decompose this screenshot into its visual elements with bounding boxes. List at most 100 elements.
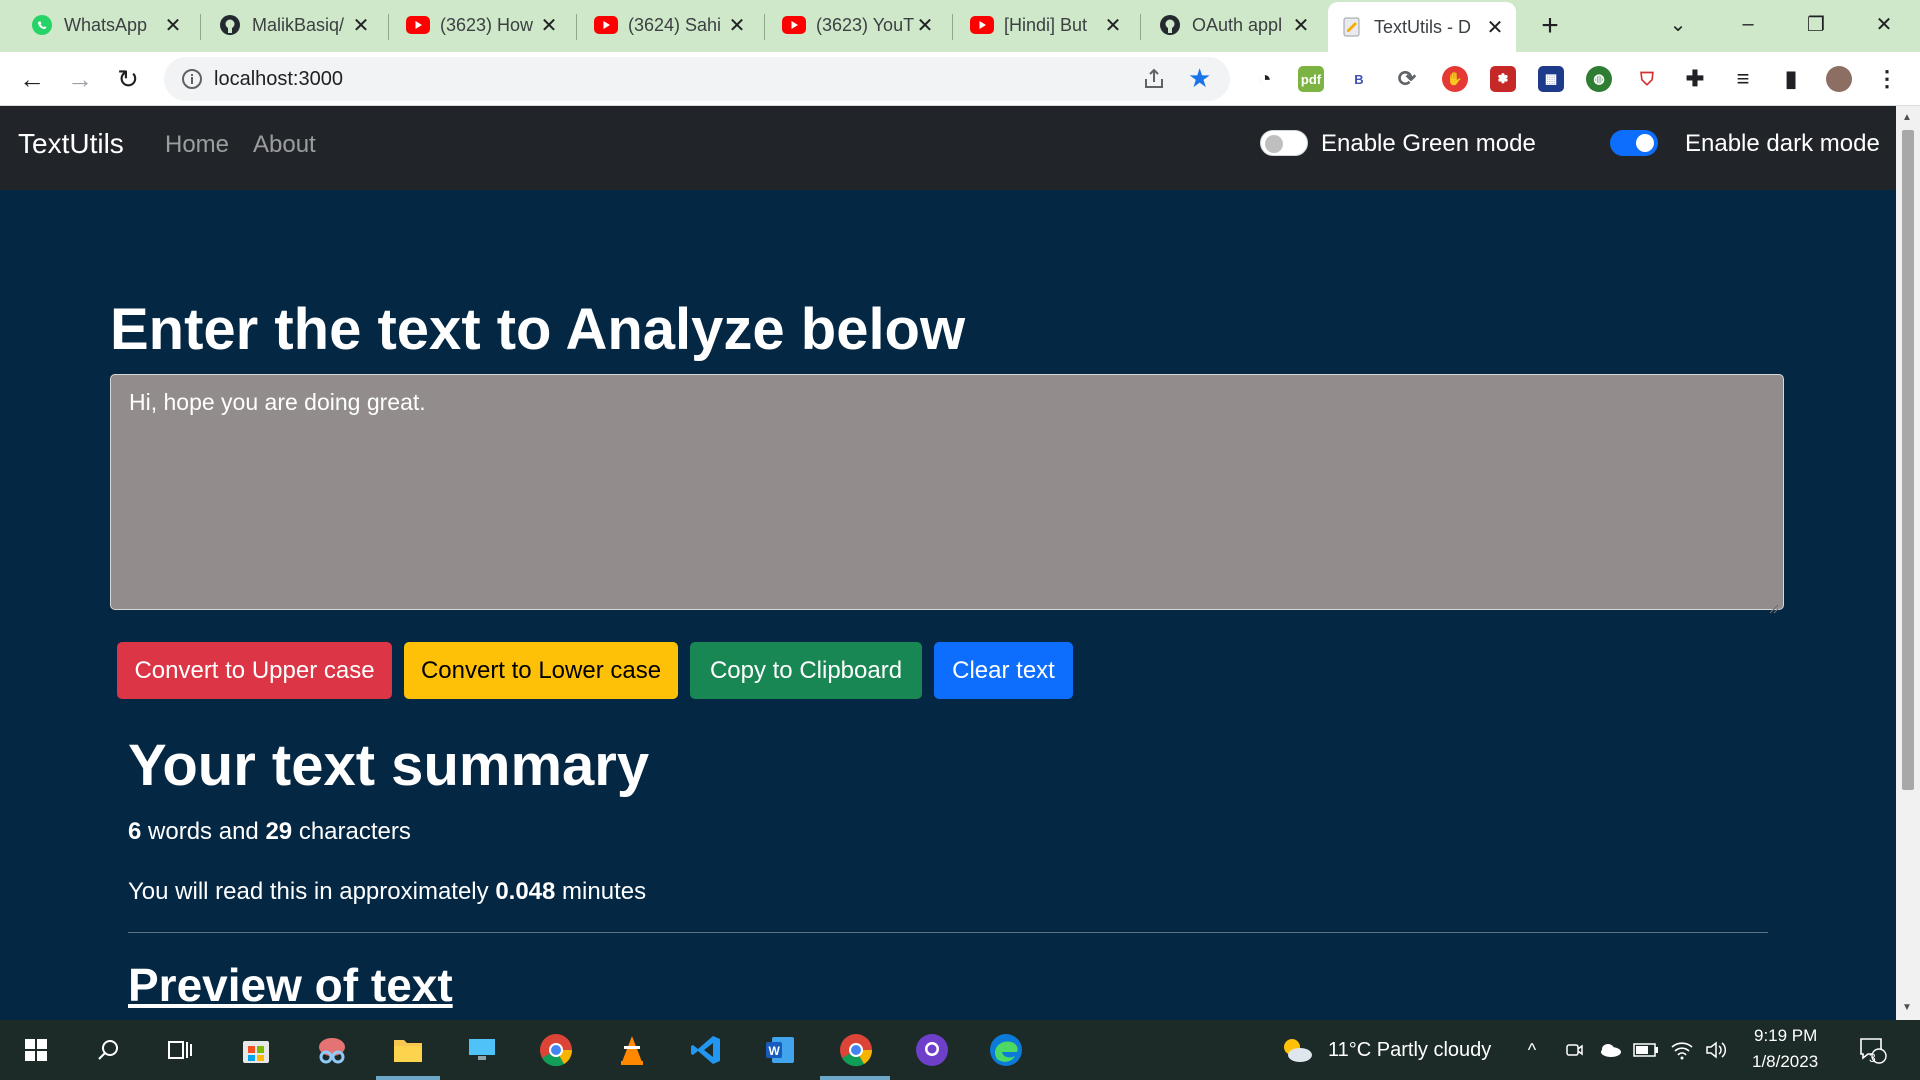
convert-lower-button[interactable]: Convert to Lower case [404,642,678,699]
red-extension-icon[interactable]: ✽ [1490,66,1516,92]
github-desktop-icon[interactable] [912,1030,952,1070]
words-label: words and [148,818,259,845]
tab-whatsapp[interactable]: WhatsApp ✕ [18,6,194,44]
site-info-icon[interactable] [180,67,204,91]
minimize-icon[interactable]: – [1718,6,1778,42]
colorful-extension-icon[interactable]: ▦ [1538,66,1564,92]
scroll-up-icon[interactable]: ▲ [1902,112,1912,123]
page-scrollbar[interactable]: ▲ ▼ [1896,106,1920,1020]
scroll-down-icon[interactable]: ▼ [1902,1002,1912,1013]
windows-start-icon[interactable] [16,1030,56,1070]
tab-github-oauth[interactable]: OAuth appl ✕ [1146,6,1322,44]
tab-search-icon[interactable]: ⌄ [1648,6,1708,42]
copy-clipboard-button[interactable]: Copy to Clipboard [690,642,922,699]
weather-text[interactable]: 11°C Partly cloudy [1328,1039,1491,1062]
tab-github-malikbasiq[interactable]: MalikBasiq/ ✕ [206,6,382,44]
tray-chevron-icon[interactable]: ^ [1520,1030,1544,1070]
pdf-extension-icon[interactable]: pdf [1298,66,1324,92]
app-navbar: TextUtils Home About Enable Green mode E… [0,106,1896,190]
clock-date[interactable]: 1/8/2023 [1752,1052,1818,1072]
word-icon[interactable]: W [760,1030,800,1070]
read-prefix: You will read this in approximately [128,878,489,905]
close-tab-icon[interactable]: ✕ [1290,14,1312,37]
close-tab-icon[interactable]: ✕ [914,14,936,37]
clear-text-button[interactable]: Clear text [934,642,1073,699]
weather-icon[interactable] [1276,1030,1316,1070]
back-icon[interactable]: ← [14,61,50,97]
adblock-extension-icon[interactable]: ✋ [1442,66,1468,92]
snipping-tool-icon[interactable] [312,1030,352,1070]
share-icon[interactable] [1142,67,1166,96]
close-tab-icon[interactable]: ✕ [1484,16,1506,39]
globe-extension-icon[interactable]: ◍ [1586,66,1612,92]
close-tab-icon[interactable]: ✕ [162,14,184,37]
media-control-icon[interactable]: ≡ [1730,66,1756,92]
address-bar[interactable]: localhost:3000 ★ [164,57,1230,101]
remote-desktop-icon[interactable] [462,1030,502,1070]
extensions-puzzle-icon[interactable]: ✚ [1682,66,1708,92]
forward-icon[interactable]: → [62,61,98,97]
page-content: TextUtils Home About Enable Green mode E… [0,106,1896,1020]
scrollbar-thumb[interactable] [1902,130,1914,790]
close-tab-icon[interactable]: ✕ [726,14,748,37]
textarea-value: Hi, hope you are doing great. [129,389,426,415]
b-extension-icon[interactable]: B [1346,66,1372,92]
toggle-knob [1636,134,1654,152]
convert-upper-button[interactable]: Convert to Upper case [117,642,392,699]
close-window-icon[interactable]: ✕ [1854,6,1914,42]
nav-link-home[interactable]: Home [165,131,229,159]
vscode-icon[interactable] [686,1030,726,1070]
close-tab-icon[interactable]: ✕ [350,14,372,37]
browser-tab-strip: WhatsApp ✕ MalikBasiq/ ✕ (3623) How ✕ (3… [0,0,1920,52]
notification-count: 3 [1869,1051,1876,1065]
tab-textutils-active[interactable]: TextUtils - D ✕ [1328,2,1516,52]
read-suffix: minutes [562,878,647,905]
github-icon [1158,13,1182,37]
text-input-area[interactable]: Hi, hope you are doing great. [110,374,1784,614]
edge-icon[interactable] [986,1030,1026,1070]
vlc-icon[interactable] [612,1030,652,1070]
dark-mode-toggle[interactable] [1610,130,1658,156]
wifi-icon[interactable] [1668,1030,1696,1070]
menu-kebab-icon[interactable]: ⋮ [1874,66,1900,92]
chrome-profile-icon[interactable] [836,1030,876,1070]
performance-extension-icon[interactable]: ◔ [1252,66,1278,92]
page-icon [1340,15,1364,39]
read-minutes: 0.048 [495,878,556,905]
chrome-icon[interactable] [536,1030,576,1070]
youtube-icon [782,13,806,37]
profile-avatar-icon[interactable] [1826,66,1852,92]
file-explorer-icon[interactable] [388,1030,428,1070]
close-tab-icon[interactable]: ✕ [538,14,560,37]
tab-youtube-2[interactable]: (3624) Sahi ✕ [582,6,758,44]
volume-icon[interactable] [1702,1030,1730,1070]
bookmark-star-icon[interactable]: ★ [1188,63,1211,94]
chars-label: characters [298,818,411,845]
word-count: 6 [128,818,142,845]
restore-icon[interactable]: ❐ [1786,6,1846,42]
microsoft-store-icon[interactable] [236,1030,276,1070]
search-icon[interactable] [88,1030,128,1070]
youtube-icon [970,13,994,37]
navbar-brand[interactable]: TextUtils [18,128,124,160]
meet-now-icon[interactable] [1560,1030,1588,1070]
new-tab-button[interactable]: + [1532,8,1568,44]
tab-youtube-4[interactable]: [Hindi] But ✕ [958,6,1134,44]
sync-extension-icon[interactable]: ⟳ [1394,66,1420,92]
tab-youtube-1[interactable]: (3623) How ✕ [394,6,570,44]
github-icon [218,13,242,37]
tab-youtube-3[interactable]: (3623) YouT ✕ [770,6,946,44]
onedrive-icon[interactable] [1596,1030,1624,1070]
resize-handle-icon[interactable] [1767,593,1779,614]
clock-time[interactable]: 9:19 PM [1754,1026,1817,1046]
reload-icon[interactable]: ↻ [110,61,146,97]
active-app-indicator [820,1076,890,1080]
nav-link-about[interactable]: About [253,131,316,159]
active-app-indicator [376,1076,440,1080]
green-mode-toggle[interactable] [1260,130,1308,156]
task-view-icon[interactable] [160,1030,200,1070]
close-tab-icon[interactable]: ✕ [1102,14,1124,37]
battery-icon[interactable] [1632,1030,1660,1070]
shield-extension-icon[interactable]: ⛉ [1634,66,1660,92]
side-panel-icon[interactable]: ▮ [1778,66,1804,92]
